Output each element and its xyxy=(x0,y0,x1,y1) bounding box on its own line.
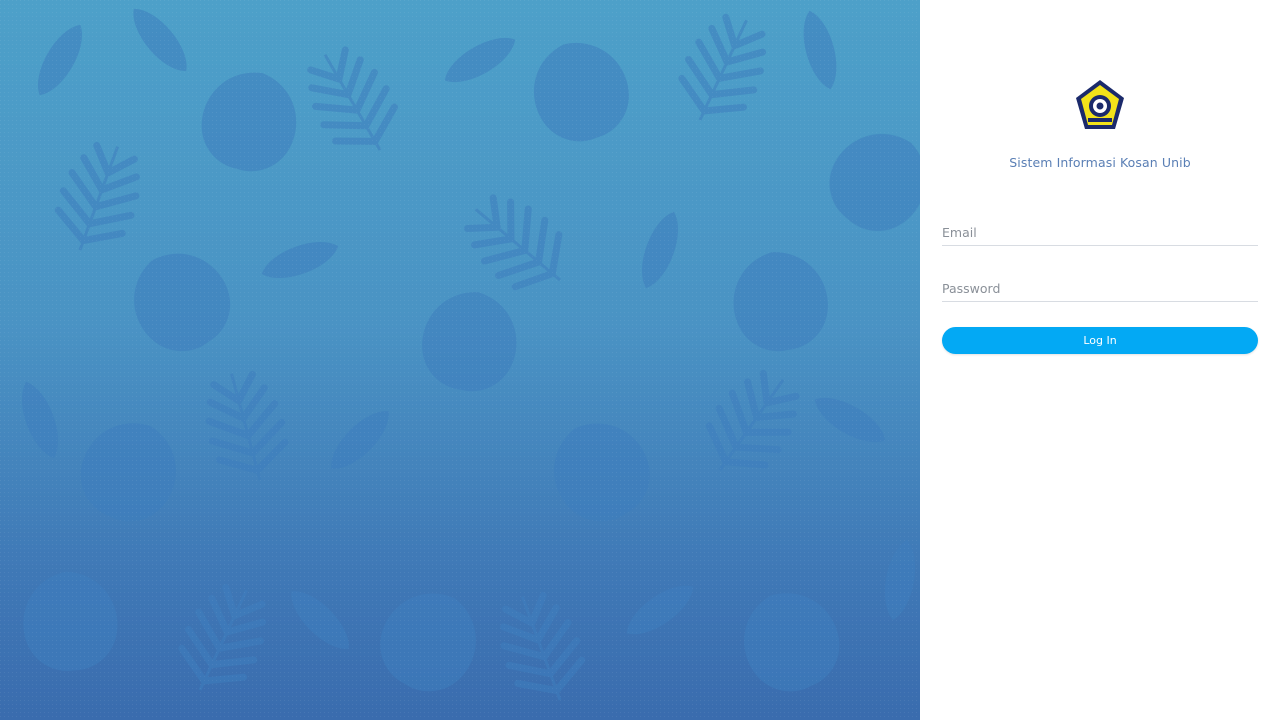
app-title: Sistem Informasi Kosan Unib xyxy=(1009,155,1191,170)
password-field[interactable] xyxy=(942,275,1258,302)
email-field[interactable] xyxy=(942,219,1258,246)
login-panel: Sistem Informasi Kosan Unib Log In xyxy=(920,0,1280,720)
university-crest-icon xyxy=(1076,80,1124,129)
hero-background xyxy=(0,0,920,720)
login-page: Sistem Informasi Kosan Unib Log In xyxy=(0,0,1280,720)
login-button[interactable]: Log In xyxy=(942,327,1258,354)
leaf-pattern-icon xyxy=(0,0,920,720)
